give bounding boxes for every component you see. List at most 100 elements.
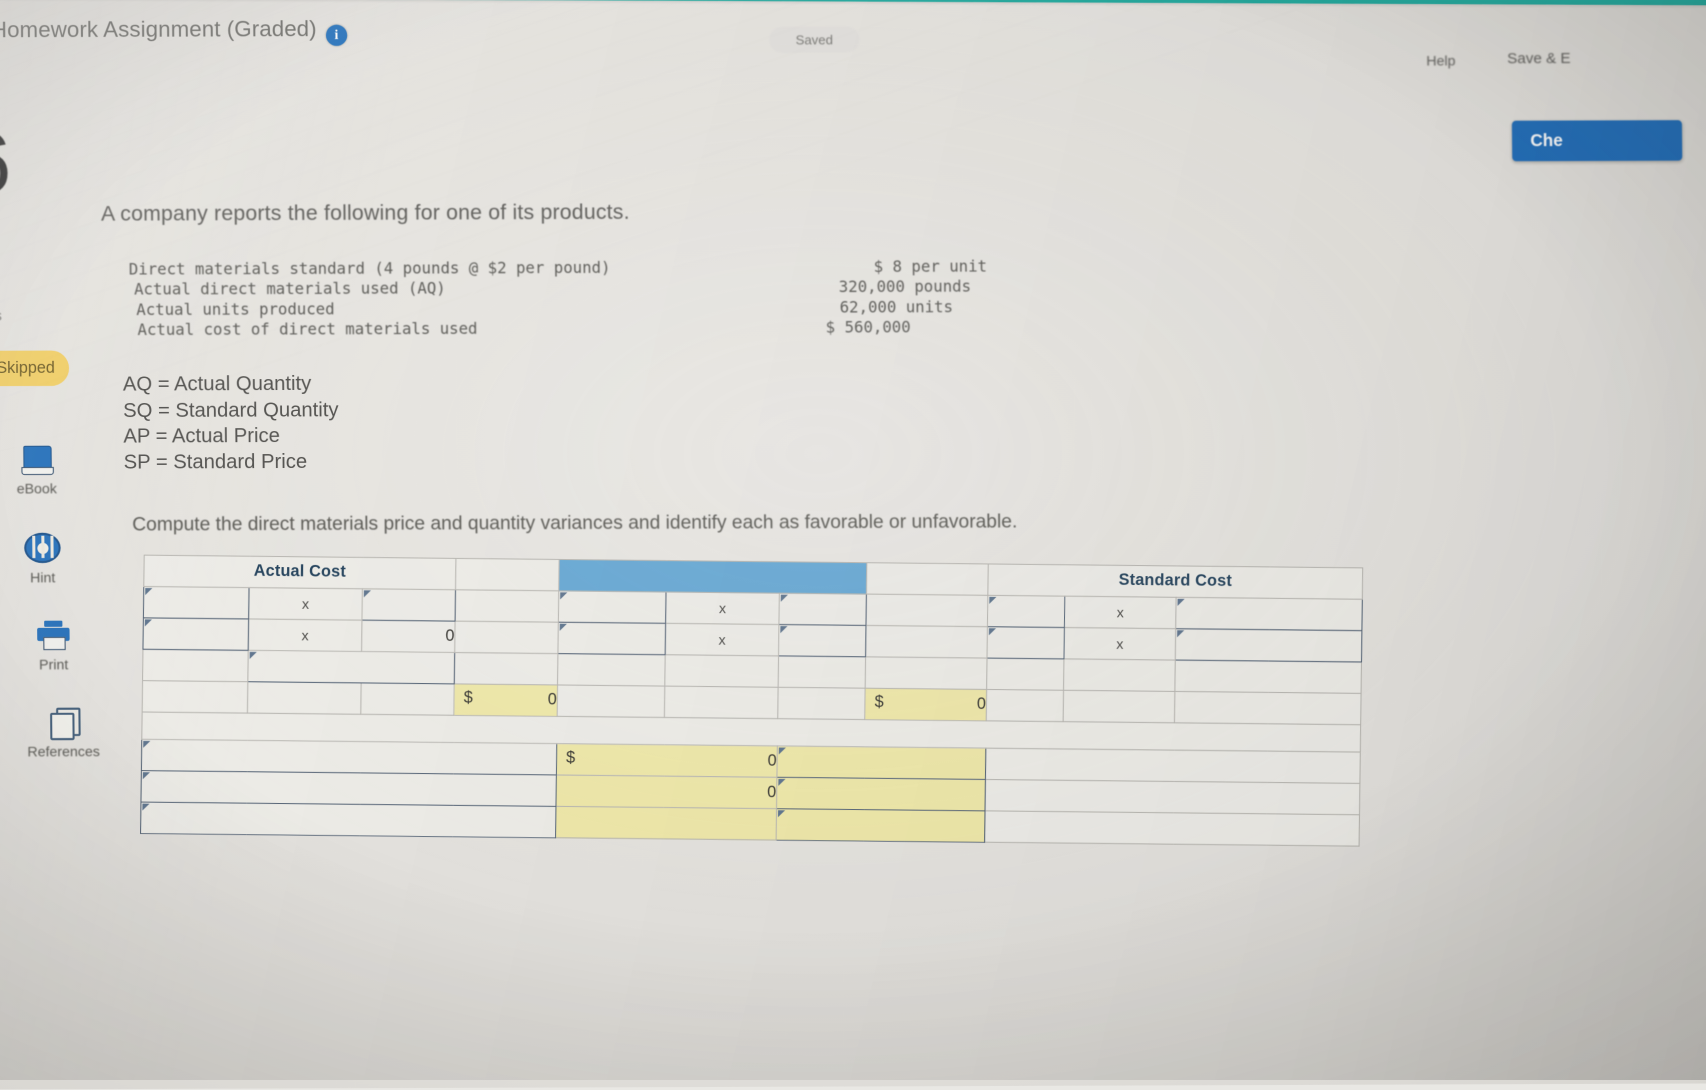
- total-actual-cost: $0: [453, 683, 558, 717]
- hint-icon: [0, 530, 98, 565]
- sidebar-item-print[interactable]: Print: [0, 617, 109, 672]
- blank-cell: [557, 653, 666, 687]
- save-and-exit-link[interactable]: Save & E: [1507, 50, 1570, 67]
- fact-row: Actual cost of direct materials used $ 56…: [129, 317, 1040, 340]
- blank-cell: [1063, 658, 1176, 692]
- input-middle-quantity[interactable]: [558, 590, 667, 624]
- blank-cell: [360, 682, 455, 716]
- info-icon[interactable]: i: [325, 24, 348, 46]
- blank-cell: [1174, 660, 1362, 694]
- gap-cell: [865, 625, 988, 659]
- blank-cell: [557, 684, 665, 718]
- problem-facts-block: Direct materials standard (4 pounds @ $2…: [129, 256, 1041, 340]
- input-actual-quantity[interactable]: [143, 586, 250, 619]
- sidebar-item-label-print: Print: [39, 656, 69, 673]
- sidebar-item-ebook[interactable]: eBook: [0, 441, 93, 496]
- operator-symbol: x: [665, 591, 780, 625]
- question-number: 6: [0, 114, 12, 211]
- input-price-variance-favorability[interactable]: [776, 745, 986, 780]
- help-link[interactable]: Help: [1426, 52, 1455, 68]
- input-actual-cost-label[interactable]: [247, 650, 455, 684]
- blank-cell: [778, 655, 866, 689]
- fact-label: Actual cost of direct materials used: [137, 319, 478, 340]
- operator-symbol: x: [1064, 596, 1177, 629]
- problem-instruction: Compute the direct materials price and q…: [132, 511, 1018, 536]
- currency-symbol: $: [874, 693, 884, 712]
- input-total-variance-label[interactable]: [140, 802, 556, 838]
- input-middle-price[interactable]: [778, 593, 867, 626]
- fact-label: Direct materials standard (4 pounds @ $2…: [128, 258, 611, 279]
- input-actual-quantity-2[interactable]: [142, 617, 249, 651]
- fact-value: 62,000 units: [839, 297, 954, 317]
- sidebar-item-label-hint: Hint: [30, 569, 56, 586]
- variance-table: Actual Cost Standard Cost x x x x 0 x x …: [140, 555, 1363, 847]
- input-price-variance-label[interactable]: [141, 739, 557, 775]
- header-gap-right: [866, 562, 989, 596]
- fact-value: $ 8 per unit: [873, 257, 988, 276]
- blank-cell: [247, 681, 362, 715]
- input-middle-quantity-2[interactable]: [557, 622, 666, 655]
- definition-line: SQ = Standard Quantity: [122, 398, 339, 422]
- input-total-variance-favorability[interactable]: [776, 808, 986, 843]
- blank-cell: [777, 687, 866, 720]
- currency-symbol: $: [566, 749, 576, 767]
- fact-label: Actual direct materials used (AQ): [133, 279, 446, 299]
- total-middle-cost-value: 0: [976, 695, 987, 714]
- sidebar-item-references[interactable]: References: [7, 704, 119, 759]
- fact-label: Actual units produced: [136, 299, 335, 319]
- blank-cell: [986, 689, 1064, 722]
- sidebar-item-label-ebook: eBook: [16, 480, 57, 497]
- blank-cell: [986, 658, 1064, 691]
- total-actual-cost-value: 0: [547, 691, 557, 709]
- input-middle-price-2[interactable]: [778, 624, 866, 657]
- assignment-title: Homework Assignment (Graded) i: [0, 15, 348, 48]
- problem-lead-text: A company reports the following for one …: [100, 200, 630, 226]
- blank-cell: [664, 654, 779, 688]
- sidebar-item-hint[interactable]: Hint: [0, 530, 98, 585]
- sidebar-item-label-references: References: [27, 743, 100, 760]
- references-icon: [7, 704, 119, 741]
- definition-line: AQ = Actual Quantity: [122, 372, 312, 396]
- blank-cell: [984, 810, 1360, 847]
- input-quantity-variance-label[interactable]: [140, 770, 557, 807]
- gap-cell: [865, 656, 988, 690]
- assignment-title-text: Homework Assignment (Graded): [0, 15, 317, 43]
- fact-value: 320,000 pounds: [838, 277, 972, 297]
- points-label: nts: [0, 307, 2, 324]
- definition-line: SP = Standard Price: [123, 450, 308, 474]
- check-my-work-button[interactable]: Che: [1511, 120, 1683, 162]
- header-actual-cost: Actual Cost: [143, 555, 456, 590]
- blank-cell: [664, 686, 779, 719]
- input-standard-price[interactable]: [1175, 597, 1363, 631]
- saved-status-badge: Saved: [769, 26, 860, 53]
- value-price-variance: $0: [556, 743, 778, 778]
- answer-worksheet: Actual Cost Standard Cost x x x x 0 x x …: [140, 555, 1363, 861]
- status-badge-skipped: Skipped: [0, 350, 70, 387]
- gap-cell: [455, 589, 559, 623]
- definitions-block: AQ = Actual Quantity SQ = Standard Quant…: [123, 372, 339, 476]
- blank-cell: [985, 748, 1361, 784]
- currency-symbol: $: [463, 689, 473, 707]
- gap-cell: [454, 652, 558, 685]
- input-quantity-variance-favorability[interactable]: [776, 777, 986, 811]
- printer-icon: [0, 617, 109, 652]
- total-middle-cost: $0: [864, 688, 987, 721]
- input-standard-quantity[interactable]: [987, 595, 1065, 628]
- input-standard-quantity-2[interactable]: [987, 626, 1065, 659]
- fact-value: $ 560,000: [825, 318, 911, 337]
- value-total-variance: [555, 806, 777, 841]
- input-standard-price-2[interactable]: [1175, 628, 1362, 662]
- ebook-icon: [0, 441, 92, 476]
- header-gap-left: [455, 558, 560, 591]
- operator-symbol: x: [248, 587, 363, 621]
- blank-cell: [142, 680, 248, 714]
- definition-line: AP = Actual Price: [123, 424, 281, 448]
- screen-photo: Homework Assignment (Graded) i Saved Help…: [0, 0, 1706, 1090]
- value-quantity-variance: 0: [555, 774, 777, 809]
- teal-top-bar: [0, 0, 1706, 6]
- operator-symbol: x: [248, 618, 362, 652]
- blank-cell: [985, 779, 1360, 815]
- input-actual-price[interactable]: [361, 588, 456, 622]
- gap-cell: [454, 621, 559, 654]
- value-price-variance-amount: 0: [767, 752, 777, 770]
